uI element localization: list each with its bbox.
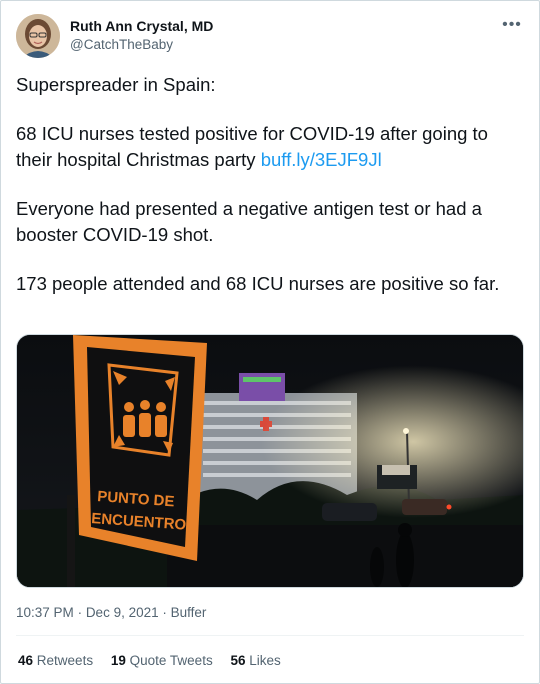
likes-stat[interactable]: 56 Likes [230,652,280,670]
quote-tweets-stat[interactable]: 19 Quote Tweets [111,652,213,670]
tweet-meta: 10:37 PM · Dec 9, 2021 · Buffer [16,604,206,622]
tweet-paragraph-2: 68 ICU nurses tested positive for COVID-… [16,121,526,173]
tweet-media-photo[interactable]: PUNTO DE ENCUENTRO [16,334,524,588]
meta-separator: · [162,605,171,620]
tweet-paragraph-4: 173 people attended and 68 ICU nurses ar… [16,273,500,294]
retweets-label: Retweets [36,653,94,668]
avatar-photo [16,14,60,58]
author-display-name[interactable]: Ruth Ann Crystal, MD [70,17,213,35]
author-names: Ruth Ann Crystal, MD @CatchTheBaby [70,17,213,54]
tweet-time[interactable]: 10:37 PM [16,605,74,620]
tweet-paragraph-2-text: 68 ICU nurses tested positive for COVID-… [16,123,488,170]
tweet-stats: 46 Retweets 19 Quote Tweets 56 Likes [18,652,295,670]
meta-separator: · [77,605,86,620]
tweet-text: Superspreader in Spain: 68 ICU nurses te… [16,72,526,320]
retweets-stat[interactable]: 46 Retweets [18,652,93,670]
retweets-count: 46 [18,653,34,668]
tweet-paragraph-3: Everyone had presented a negative antige… [16,198,482,245]
tweet-link[interactable]: buff.ly/3EJF9Jl [261,149,382,170]
ellipsis-icon: ••• [502,16,522,33]
author-handle[interactable]: @CatchTheBaby [70,36,213,54]
quote-tweets-count: 19 [110,653,126,668]
night-hospital-photo: PUNTO DE ENCUENTRO [17,335,523,587]
likes-label: Likes [249,653,281,668]
quote-tweets-label: Quote Tweets [129,653,213,668]
divider [16,635,524,636]
tweet-source[interactable]: Buffer [171,605,207,620]
tweet-header: Ruth Ann Crystal, MD @CatchTheBaby ••• [16,12,524,60]
avatar[interactable] [16,14,60,58]
likes-count: 56 [230,653,246,668]
more-options-button[interactable]: ••• [500,16,524,34]
tweet-paragraph-1: Superspreader in Spain: [16,74,216,95]
tweet-date[interactable]: Dec 9, 2021 [86,605,159,620]
